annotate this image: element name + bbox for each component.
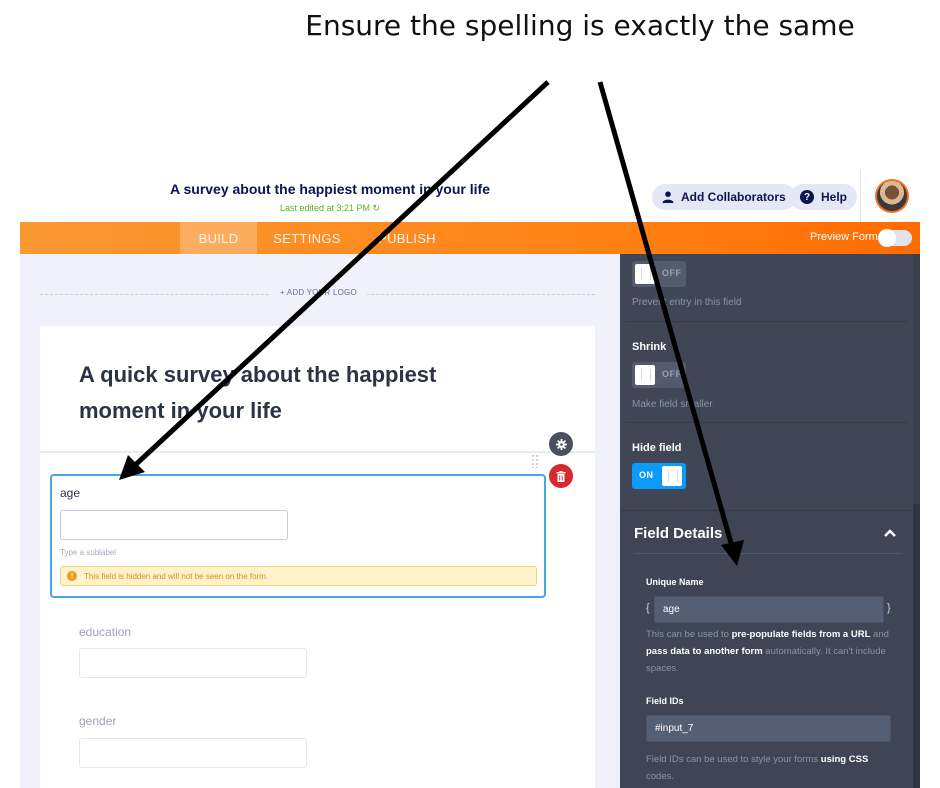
panel-divider <box>625 321 907 322</box>
field-details-section: Field Details Unique Name { age } This c… <box>620 510 913 788</box>
help-button[interactable]: ? Help <box>790 184 858 210</box>
annotation-caption: Ensure the spelling is exactly the same <box>305 9 855 42</box>
read-only-toggle-state: OFF <box>662 268 682 278</box>
tab-build[interactable]: BUILD <box>180 222 257 254</box>
field-label-gender[interactable]: gender <box>79 714 116 728</box>
help-text-segment: Field IDs can be used to style your form… <box>646 754 821 765</box>
shrink-title: Shrink <box>632 341 667 353</box>
tab-settings[interactable]: SETTINGS <box>257 222 357 254</box>
preview-form-toggle[interactable] <box>878 229 912 247</box>
help-icon: ? <box>800 190 814 204</box>
unique-name-help: This can be used to pre-populate fields … <box>646 626 896 677</box>
unique-name-title: Unique Name <box>646 577 704 587</box>
help-text-segment: This can be used to <box>646 629 732 640</box>
close-brace: } <box>887 602 891 614</box>
help-label: Help <box>821 190 848 204</box>
field-label-education[interactable]: education <box>79 625 131 639</box>
open-brace: { <box>646 602 650 614</box>
unique-name-input[interactable]: age <box>654 596 884 623</box>
panel-scrollbar[interactable] <box>913 254 920 788</box>
hide-field-toggle[interactable]: ON <box>632 463 686 489</box>
field-properties-button[interactable] <box>549 432 573 456</box>
scrollbar-thumb[interactable] <box>913 504 920 788</box>
warning-icon: ! <box>67 571 77 581</box>
field-ids-title: Field IDs <box>646 696 684 706</box>
add-collaborators-button[interactable]: Add Collaborators <box>652 184 796 210</box>
field-ids-help: Field IDs can be used to style your form… <box>646 751 896 785</box>
details-divider <box>634 553 902 554</box>
read-only-toggle[interactable]: OFF <box>632 261 686 287</box>
chevron-up-icon[interactable] <box>884 525 896 540</box>
sublabel-input[interactable]: Type a sublabel <box>60 548 116 557</box>
form-heading[interactable]: A quick survey about the happiest moment… <box>79 357 499 429</box>
toggle-knob <box>635 264 655 284</box>
education-input[interactable] <box>79 648 307 678</box>
last-edited-status: Last edited at 3:21 PM ↻ <box>279 203 381 213</box>
form-title[interactable]: A survey about the happiest moment in yo… <box>20 181 640 197</box>
hide-field-title: Hide field <box>632 442 682 454</box>
help-text-segment: codes. <box>646 771 674 782</box>
properties-panel: OFF Prevent entry in this field Shrink O… <box>620 254 913 788</box>
toggle-knob <box>662 466 682 486</box>
drag-handle-icon[interactable] <box>531 454 539 468</box>
gear-icon <box>555 438 567 450</box>
panel-divider <box>625 422 907 423</box>
shrink-toggle[interactable]: OFF <box>632 362 686 388</box>
preview-form-label: Preview Form <box>810 231 878 243</box>
user-icon <box>662 191 674 203</box>
add-logo-button[interactable]: + ADD YOUR LOGO <box>270 288 367 297</box>
delete-field-button[interactable] <box>549 464 573 488</box>
hide-field-toggle-state: ON <box>639 470 654 480</box>
shrink-description: Make field smaller <box>632 399 713 410</box>
read-only-description: Prevent entry in this field <box>632 297 742 308</box>
form-builder-app: A survey about the happiest moment in yo… <box>20 170 940 788</box>
help-emphasis: pass data to another form <box>646 646 763 657</box>
form-card: A quick survey about the happiest moment… <box>40 326 595 788</box>
field-age-selected[interactable]: age Type a sublabel ! This field is hidd… <box>50 474 546 598</box>
preview-toggle-knob <box>878 229 896 247</box>
help-emphasis: pre-populate fields from a URL <box>731 629 871 640</box>
top-bar: A survey about the happiest moment in yo… <box>20 170 920 222</box>
form-canvas: + ADD YOUR LOGO A quick survey about the… <box>20 254 620 788</box>
header-divider <box>860 170 861 222</box>
warning-text: This field is hidden and will not be see… <box>84 571 269 581</box>
trash-icon <box>556 470 566 482</box>
age-input[interactable] <box>60 510 288 540</box>
help-text-segment: and <box>870 629 889 640</box>
nav-bar: BUILD SETTINGS PUBLISH Preview Form <box>20 222 920 254</box>
help-emphasis: using CSS <box>820 754 869 765</box>
add-collaborators-label: Add Collaborators <box>681 190 786 204</box>
field-label-age[interactable]: age <box>60 486 80 500</box>
toggle-knob <box>635 365 655 385</box>
gender-input[interactable] <box>79 738 307 768</box>
hidden-field-warning: ! This field is hidden and will not be s… <box>60 566 537 586</box>
field-id-input[interactable]: #input_7 <box>646 715 891 742</box>
screenshot-root: Ensure the spelling is exactly the same … <box>0 0 940 788</box>
heading-section[interactable]: A quick survey about the happiest moment… <box>40 326 595 453</box>
field-details-title[interactable]: Field Details <box>634 525 722 542</box>
shrink-toggle-state: OFF <box>662 369 682 379</box>
tab-publish[interactable]: PUBLISH <box>357 222 457 254</box>
user-avatar[interactable] <box>875 179 909 213</box>
